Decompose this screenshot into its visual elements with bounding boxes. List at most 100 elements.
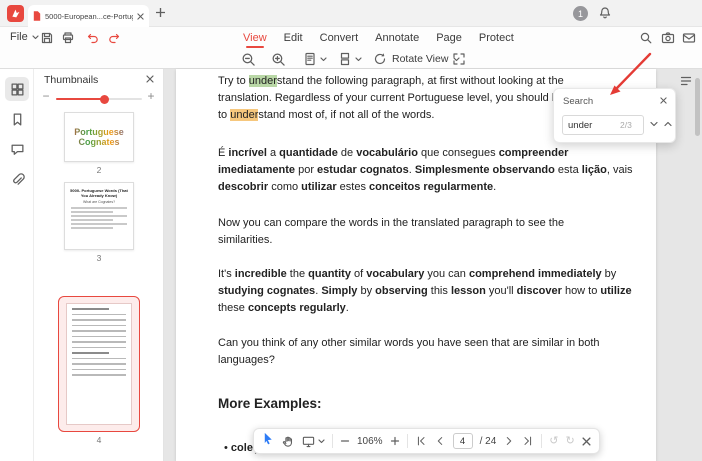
share-mail-icon[interactable]: [682, 31, 696, 45]
undo-button[interactable]: [86, 31, 100, 45]
thumbnail-page-3[interactable]: 5000- Portuguese Words (That You Already…: [64, 182, 134, 250]
doc-text-line: It's incredible the quantity of vocabula…: [218, 268, 617, 280]
first-page-button[interactable]: [415, 435, 427, 447]
zoom-in-button[interactable]: [271, 52, 286, 67]
divider: [541, 434, 543, 448]
next-page-button[interactable]: [503, 435, 515, 447]
chevron-down-icon: [32, 34, 39, 39]
thumb-size-plus[interactable]: +: [145, 89, 157, 103]
attachment-paperclip-icon: [12, 172, 25, 185]
doc-text-line: Now you can compare the words in the tra…: [218, 217, 565, 229]
zoom-in-button[interactable]: [390, 436, 400, 446]
page-view-icon: [305, 52, 315, 66]
thumbnail-heading: 5000- Portuguese Words (That You Already…: [70, 188, 128, 198]
thumbnail-page-2[interactable]: Portuguese Cognates: [64, 112, 134, 162]
fullscreen-button[interactable]: [452, 52, 466, 66]
doc-text-line: translation. Regardless of your current …: [218, 92, 588, 104]
search-input[interactable]: [568, 119, 618, 131]
redo-button[interactable]: [107, 31, 121, 45]
doc-heading: More Examples:: [218, 396, 322, 411]
thumbnail-cover-text: Portuguese Cognates: [65, 127, 133, 148]
search-match-counter: 2/3: [620, 120, 632, 130]
bookmarks-panel-button[interactable]: [5, 107, 29, 131]
new-tab-button[interactable]: [156, 8, 165, 17]
search-prev-button[interactable]: [664, 121, 672, 127]
titlebar: 5000-European...ce-Portuguese 1: [0, 0, 702, 27]
hand-tool-icon: [282, 436, 293, 447]
print-button[interactable]: [61, 31, 75, 45]
chevron-down-icon: [318, 438, 325, 443]
rotate-view-dropdown[interactable]: Rotate View: [373, 52, 461, 66]
doc-text-line: Can you think of any other similar words…: [218, 337, 600, 349]
sidebar-rail: [0, 69, 34, 461]
doc-text-line: these concepts regularly.: [218, 302, 349, 314]
slider-knob[interactable]: [100, 94, 109, 104]
floating-page-toolbar: 106% / 24 ↺ ↻: [253, 428, 600, 454]
thumbnails-panel: Thumbnails − + Portuguese Cognates 2 500…: [34, 69, 164, 461]
menu-page[interactable]: Page: [436, 32, 462, 44]
chevron-down-icon: [320, 56, 327, 61]
doc-text-line: to understand most of, if not all of the…: [218, 109, 435, 121]
file-menu-label: File: [10, 31, 28, 43]
snapshot-camera-icon[interactable]: [661, 31, 675, 45]
document-tab[interactable]: 5000-European...ce-Portuguese: [28, 5, 149, 27]
search-field: 2/3: [562, 115, 644, 135]
notification-bell-icon[interactable]: [598, 6, 612, 20]
select-cursor-icon: [264, 432, 272, 445]
search-next-button[interactable]: [650, 121, 658, 127]
vertical-scrollbar-thumb[interactable]: [695, 78, 700, 136]
thumb-size-minus[interactable]: −: [40, 89, 52, 103]
zoom-level[interactable]: 106%: [357, 436, 383, 447]
save-button[interactable]: [40, 31, 54, 45]
scroll-mode-dropdown[interactable]: [338, 52, 362, 66]
prev-page-button[interactable]: [434, 435, 446, 447]
menu-edit[interactable]: Edit: [284, 32, 303, 44]
scroll-mode-icon: [340, 52, 350, 66]
zoom-out-button[interactable]: [241, 52, 256, 67]
rotate-view-label: Rotate View: [392, 53, 449, 65]
search-close-icon[interactable]: [660, 97, 667, 104]
tab-close-icon[interactable]: [137, 12, 144, 20]
divider: [406, 434, 408, 448]
read-mode-dropdown[interactable]: [302, 435, 325, 448]
last-page-button[interactable]: [522, 435, 534, 447]
tab-title: 5000-European...ce-Portuguese: [45, 11, 133, 21]
history-back-button[interactable]: ↺: [549, 435, 558, 447]
history-forward-button[interactable]: ↻: [565, 435, 574, 447]
doc-text-line: languages?: [218, 354, 275, 366]
file-menu[interactable]: File: [10, 31, 39, 43]
menubar: File View Edit Convert Annotate Page Pro…: [0, 27, 702, 49]
account-badge[interactable]: 1: [573, 6, 588, 21]
thumbnail-page-4-selected[interactable]: [58, 296, 140, 432]
hand-tool-button[interactable]: [282, 435, 295, 448]
panel-title: Thumbnails: [44, 74, 99, 86]
page-total: / 24: [479, 435, 497, 447]
view-toolbar: Rotate View: [0, 49, 702, 69]
doc-text-line: studying cognates. Simply by observing t…: [218, 285, 632, 297]
thumbnail-number: 2: [96, 165, 102, 175]
panel-close-icon[interactable]: [146, 75, 154, 83]
toolbar-close-icon[interactable]: [582, 436, 591, 446]
menu-protect[interactable]: Protect: [479, 32, 514, 44]
page-view-dropdown[interactable]: [303, 52, 327, 66]
attachments-panel-button[interactable]: [5, 167, 29, 191]
right-panel-toggle-icon[interactable]: [679, 74, 693, 88]
search-popup-title: Search: [563, 96, 594, 107]
menu-annotate[interactable]: Annotate: [375, 32, 419, 44]
menu-view[interactable]: View: [243, 32, 267, 44]
comments-panel-button[interactable]: [5, 137, 29, 161]
page-number-input[interactable]: [452, 433, 473, 449]
search-icon[interactable]: [639, 31, 653, 45]
thumbnail-subheading: What are Cognates?: [82, 200, 116, 204]
main-menus: View Edit Convert Annotate Page Protect: [243, 27, 514, 49]
doc-text-line: É incrível a quantidade de vocabulário q…: [218, 147, 569, 159]
select-tool-button[interactable]: [262, 432, 275, 450]
comment-icon: [11, 144, 23, 155]
bookmark-icon: [13, 113, 21, 125]
zoom-out-button[interactable]: [340, 436, 350, 446]
thumb-size-slider[interactable]: [56, 94, 142, 104]
thumbnail-number: 4: [96, 435, 102, 445]
rotate-view-icon: [374, 53, 386, 65]
thumbnails-panel-button[interactable]: [5, 77, 29, 101]
menu-convert[interactable]: Convert: [320, 32, 359, 44]
